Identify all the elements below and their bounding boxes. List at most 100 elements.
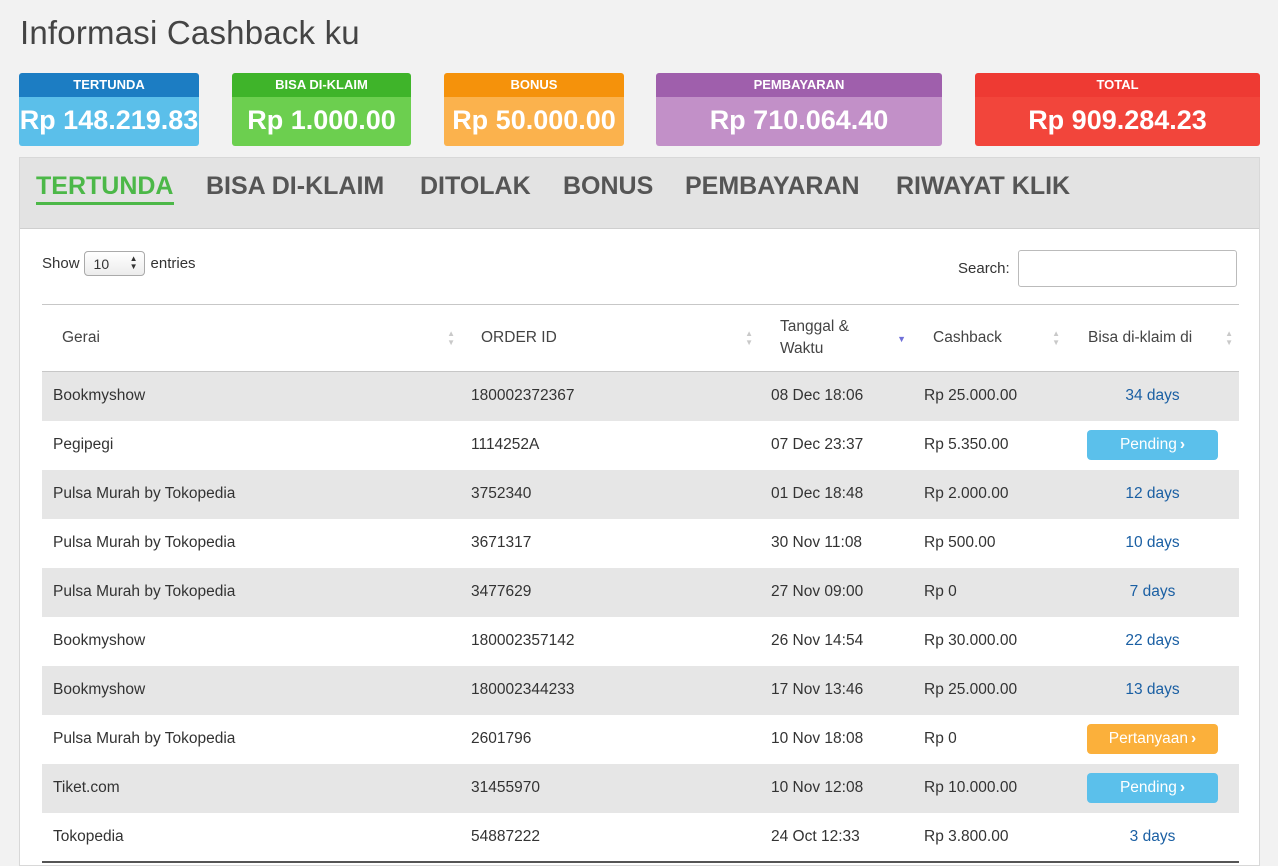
tab-bisa-di-klaim[interactable]: BISA DI-KLAIM	[206, 172, 384, 201]
card-total[interactable]: TOTAL Rp 909.284.23	[975, 73, 1260, 146]
table-row: Bookmyshow 180002344233 17 Nov 13:46 Rp 25.…	[42, 665, 1239, 715]
status-button-label: Pertanyaan	[1108, 730, 1189, 747]
cashback-cell: Rp 500.00	[924, 534, 996, 551]
column-header-label: ORDER ID	[481, 329, 557, 346]
tab-riwayat-klik[interactable]: RIWAYAT KLIK	[896, 172, 1070, 201]
order-id-cell: 1114252A	[471, 436, 540, 453]
entries-select-value: 10	[93, 255, 110, 272]
pending-button[interactable]: Pending ›	[1087, 773, 1218, 803]
claim-days-link[interactable]: 22 days	[1125, 632, 1179, 649]
store-cell: Pulsa Murah by Tokopedia	[53, 583, 236, 600]
cashback-table: Gerai ▲ ▼ ORDER ID ▲ ▼ Tanggal & Waktu ▼ C…	[42, 304, 1239, 863]
card-label: TOTAL	[975, 73, 1260, 97]
pertanyaan-button[interactable]: Pertanyaan ›	[1087, 724, 1218, 754]
column-header-label: Gerai	[62, 329, 100, 346]
order-id-cell: 180002372367	[471, 387, 575, 405]
select-arrows-icon: ▲ ▼	[129, 254, 138, 271]
column-header-bisa-di-klaim-di[interactable]: Bisa di-klaim di ▲ ▼	[1066, 305, 1239, 372]
table-row: Pegipegi 1114252A 07 Dec 23:37 Rp 5.350.00 P…	[42, 421, 1239, 470]
card-bisa-di-klaim[interactable]: BISA DI-KLAIM Rp 1.000.00	[232, 73, 411, 146]
page-title: Informasi Cashback ku	[20, 14, 360, 51]
cashback-cell: Rp 3.800.00	[924, 827, 1009, 845]
table-row: Bookmyshow 180002357142 26 Nov 14:54 Rp 30.…	[42, 617, 1239, 666]
card-value: Rp 1.000.00	[232, 97, 411, 146]
datetime-cell: 26 Nov 14:54	[771, 632, 864, 649]
cashback-cell: Rp 10.000.00	[924, 779, 1018, 796]
sort-desc-icon: ▼	[897, 334, 906, 344]
column-header-label: Bisa di-klaim di	[1088, 329, 1193, 346]
column-header-gerai[interactable]: Gerai ▲ ▼	[42, 305, 461, 372]
order-id-cell: 180002357142	[471, 632, 575, 649]
entries-length-control: Show 10 ▲ ▼ entries	[42, 251, 196, 276]
datetime-cell: 10 Nov 12:08	[771, 779, 864, 796]
pending-button[interactable]: Pending ›	[1087, 430, 1218, 460]
table-row: Bookmyshow 180002372367 08 Dec 18:06 Rp 25.…	[42, 371, 1239, 421]
card-label: BONUS	[444, 73, 624, 97]
card-label: TERTUNDA	[19, 73, 199, 97]
cashback-cell: Rp 0	[924, 583, 957, 600]
datetime-cell: 01 Dec 18:48	[771, 485, 864, 502]
claim-days-link[interactable]: 13 days	[1125, 681, 1179, 698]
claim-days-link[interactable]: 7 days	[1130, 583, 1176, 600]
store-cell: Pulsa Murah by Tokopedia	[53, 534, 236, 551]
order-id-cell: 31455970	[471, 779, 540, 796]
column-header-label: Tanggal & Waktu	[780, 318, 849, 357]
card-pembayaran[interactable]: PEMBAYARAN Rp 710.064.40	[656, 73, 942, 146]
store-cell: Pegipegi	[53, 436, 114, 453]
cashback-cell: Rp 25.000.00	[924, 681, 1018, 698]
search-input[interactable]	[1017, 250, 1237, 287]
order-id-cell: 3477629	[471, 583, 532, 600]
datetime-cell: 27 Nov 09:00	[771, 583, 864, 600]
tab-ditolak[interactable]: DITOLAK	[420, 172, 531, 201]
chevron-right-icon: ›	[1179, 779, 1186, 796]
claim-days-link[interactable]: 3 days	[1130, 828, 1176, 845]
claim-cell: Pending ›	[1066, 421, 1239, 470]
claim-cell: 12 days	[1066, 470, 1239, 519]
table-header-row: Gerai ▲ ▼ ORDER ID ▲ ▼ Tanggal & Waktu ▼ C…	[42, 304, 1239, 372]
order-id-cell: 3752340	[471, 485, 532, 502]
claim-cell: 10 days	[1066, 519, 1239, 568]
tab-tertunda[interactable]: TERTUNDA	[36, 172, 174, 205]
claim-cell: Pertanyaan ›	[1066, 715, 1239, 764]
status-button-label: Pending	[1119, 779, 1177, 796]
chevron-right-icon: ›	[1179, 436, 1186, 453]
cashback-cell: Rp 30.000.00	[924, 632, 1018, 649]
column-header-tanggal-waktu[interactable]: Tanggal & Waktu ▼	[759, 305, 912, 372]
store-cell: Bookmyshow	[53, 632, 146, 649]
sort-icon: ▲ ▼	[1225, 329, 1233, 347]
card-tertunda[interactable]: TERTUNDA Rp 148.219.83	[19, 73, 199, 146]
sort-icon: ▲ ▼	[1052, 329, 1060, 347]
card-label: BISA DI-KLAIM	[232, 73, 411, 97]
store-cell: Bookmyshow	[53, 387, 146, 405]
column-header-order-id[interactable]: ORDER ID ▲ ▼	[461, 305, 759, 372]
chevron-right-icon: ›	[1191, 730, 1197, 747]
order-id-cell: 54887222	[471, 827, 540, 845]
card-value: Rp 710.064.40	[656, 97, 942, 146]
datetime-cell: 10 Nov 18:08	[771, 730, 864, 747]
table-row: Tiket.com 31455970 10 Nov 12:08 Rp 10.000.0…	[42, 763, 1239, 813]
sort-icon: ▲ ▼	[745, 329, 753, 347]
tab-pembayaran[interactable]: PEMBAYARAN	[685, 172, 860, 201]
column-header-cashback[interactable]: Cashback ▲ ▼	[912, 305, 1066, 372]
card-bonus[interactable]: BONUS Rp 50.000.00	[444, 73, 624, 146]
claim-days-link[interactable]: 34 days	[1125, 387, 1179, 404]
status-button-label: Pending	[1119, 436, 1177, 453]
claim-cell: 13 days	[1066, 666, 1239, 715]
table-row: Pulsa Murah by Tokopedia 3671317 30 Nov 11…	[42, 519, 1239, 568]
datetime-cell: 17 Nov 13:46	[771, 681, 864, 698]
claim-days-link[interactable]: 10 days	[1125, 534, 1179, 551]
tab-bonus[interactable]: BONUS	[563, 172, 653, 201]
cashback-cell: Rp 0	[924, 730, 957, 747]
datetime-cell: 30 Nov 11:08	[771, 534, 863, 551]
table-row: Pulsa Murah by Tokopedia 3477629 27 Nov 09…	[42, 567, 1239, 617]
datetime-cell: 07 Dec 23:37	[771, 436, 864, 453]
order-id-cell: 3671317	[471, 534, 532, 551]
store-cell: Tiket.com	[53, 779, 120, 796]
entries-select[interactable]: 10 ▲ ▼	[83, 251, 145, 276]
claim-cell: Pending ›	[1066, 764, 1239, 813]
column-header-label: Cashback	[933, 329, 1002, 346]
table-row: Pulsa Murah by Tokopedia 3752340 01 Dec 18…	[42, 469, 1239, 519]
claim-days-link[interactable]: 12 days	[1125, 485, 1179, 502]
store-cell: Bookmyshow	[53, 681, 146, 698]
claim-cell: 7 days	[1066, 568, 1239, 617]
